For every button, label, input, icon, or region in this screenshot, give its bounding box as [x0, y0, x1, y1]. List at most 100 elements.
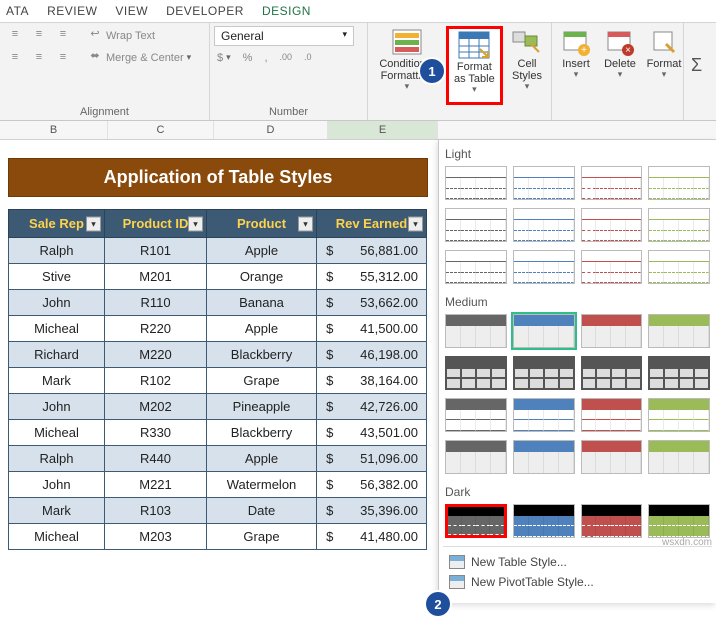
- cell-prod[interactable]: Grape: [207, 524, 317, 550]
- cell-rep[interactable]: Micheal: [9, 420, 105, 446]
- table-style-swatch[interactable]: [648, 504, 710, 538]
- tab-view[interactable]: VIEW: [115, 4, 148, 18]
- cell-prod[interactable]: Grape: [207, 368, 317, 394]
- cell-rev[interactable]: 56,881.00: [335, 238, 427, 264]
- cell-currency[interactable]: $: [317, 264, 335, 290]
- table-style-swatch[interactable]: [513, 250, 575, 284]
- header-product-id[interactable]: Product ID▾: [105, 210, 207, 238]
- comma-button[interactable]: ,: [261, 50, 270, 66]
- cell-pid[interactable]: R440: [105, 446, 207, 472]
- table-style-swatch[interactable]: [513, 356, 575, 390]
- tab-design[interactable]: DESIGN: [262, 4, 311, 18]
- tab-data[interactable]: ATA: [6, 4, 29, 18]
- cell-currency[interactable]: $: [317, 368, 335, 394]
- table-style-swatch[interactable]: [445, 504, 507, 538]
- table-style-swatch[interactable]: [581, 440, 643, 474]
- table-style-swatch[interactable]: [445, 208, 507, 242]
- percent-button[interactable]: %: [240, 50, 256, 66]
- table-style-swatch[interactable]: [513, 208, 575, 242]
- table-style-swatch[interactable]: [581, 398, 643, 432]
- cell-rep[interactable]: John: [9, 290, 105, 316]
- table-style-swatch[interactable]: [445, 440, 507, 474]
- col-d[interactable]: D: [214, 121, 328, 139]
- cell-pid[interactable]: R220: [105, 316, 207, 342]
- table-row[interactable]: MichealR330Blackberry$43,501.00: [9, 420, 427, 446]
- decrease-decimal-button[interactable]: .0: [301, 50, 315, 66]
- table-row[interactable]: MichealR220Apple$41,500.00: [9, 316, 427, 342]
- merge-center-button[interactable]: ⬌Merge & Center: [84, 48, 194, 68]
- cell-prod[interactable]: Apple: [207, 446, 317, 472]
- table-style-swatch[interactable]: [648, 398, 710, 432]
- table-style-swatch[interactable]: [445, 398, 507, 432]
- align-center-icon[interactable]: ≡: [28, 49, 50, 69]
- filter-icon[interactable]: ▾: [86, 216, 101, 231]
- align-top-icon[interactable]: ≡: [4, 26, 26, 46]
- align-bottom-icon[interactable]: ≡: [52, 26, 74, 46]
- cell-currency[interactable]: $: [317, 290, 335, 316]
- cell-pid[interactable]: M201: [105, 264, 207, 290]
- cell-rev[interactable]: 38,164.00: [335, 368, 427, 394]
- table-style-swatch[interactable]: [445, 314, 507, 348]
- table-row[interactable]: RalphR101Apple$56,881.00: [9, 238, 427, 264]
- new-table-style-button[interactable]: New Table Style...: [447, 552, 708, 572]
- cell-prod[interactable]: Date: [207, 498, 317, 524]
- filter-icon[interactable]: ▾: [298, 216, 313, 231]
- table-row[interactable]: MarkR102Grape$38,164.00: [9, 368, 427, 394]
- header-product[interactable]: Product▾: [207, 210, 317, 238]
- table-style-swatch[interactable]: [513, 314, 575, 348]
- cell-pid[interactable]: R101: [105, 238, 207, 264]
- wrap-text-button[interactable]: ↩Wrap Text: [84, 26, 194, 46]
- cell-currency[interactable]: $: [317, 342, 335, 368]
- table-style-swatch[interactable]: [513, 440, 575, 474]
- table-style-swatch[interactable]: [581, 504, 643, 538]
- header-rev-earned[interactable]: Rev Earned▾: [317, 210, 427, 238]
- cell-prod[interactable]: Apple: [207, 316, 317, 342]
- col-b[interactable]: B: [0, 121, 108, 139]
- currency-button[interactable]: $: [214, 50, 234, 66]
- cell-prod[interactable]: Pineapple: [207, 394, 317, 420]
- cell-rep[interactable]: Ralph: [9, 238, 105, 264]
- cell-rev[interactable]: 41,500.00: [335, 316, 427, 342]
- table-row[interactable]: StiveM201Orange$55,312.00: [9, 264, 427, 290]
- number-format-dropdown[interactable]: General▾: [214, 26, 354, 46]
- table-row[interactable]: RalphR440Apple$51,096.00: [9, 446, 427, 472]
- format-as-table-button[interactable]: Format as Table: [446, 26, 503, 105]
- cell-currency[interactable]: $: [317, 446, 335, 472]
- cell-prod[interactable]: Blackberry: [207, 342, 317, 368]
- table-style-swatch[interactable]: [648, 208, 710, 242]
- cell-rep[interactable]: John: [9, 394, 105, 420]
- table-style-swatch[interactable]: [648, 440, 710, 474]
- worksheet[interactable]: Application of Table Styles Sale Rep▾ Pr…: [0, 140, 428, 550]
- cell-rev[interactable]: 41,480.00: [335, 524, 427, 550]
- table-style-swatch[interactable]: [581, 208, 643, 242]
- cell-currency[interactable]: $: [317, 420, 335, 446]
- cell-pid[interactable]: R103: [105, 498, 207, 524]
- table-style-swatch[interactable]: [513, 504, 575, 538]
- cell-rev[interactable]: 46,198.00: [335, 342, 427, 368]
- table-style-swatch[interactable]: [581, 356, 643, 390]
- tab-review[interactable]: REVIEW: [47, 4, 97, 18]
- filter-icon[interactable]: ▾: [188, 216, 203, 231]
- header-sale-rep[interactable]: Sale Rep▾: [9, 210, 105, 238]
- cell-prod[interactable]: Watermelon: [207, 472, 317, 498]
- new-pivot-style-button[interactable]: New PivotTable Style...: [447, 572, 708, 592]
- table-style-swatch[interactable]: [648, 250, 710, 284]
- cell-rev[interactable]: 55,312.00: [335, 264, 427, 290]
- cell-styles-button[interactable]: Cell Styles: [507, 26, 547, 105]
- align-right-icon[interactable]: ≡: [52, 49, 74, 69]
- table-style-swatch[interactable]: [648, 314, 710, 348]
- cell-currency[interactable]: $: [317, 394, 335, 420]
- table-style-swatch[interactable]: [445, 356, 507, 390]
- cell-rev[interactable]: 51,096.00: [335, 446, 427, 472]
- table-row[interactable]: MichealM203Grape$41,480.00: [9, 524, 427, 550]
- cell-rep[interactable]: Richard: [9, 342, 105, 368]
- cell-currency[interactable]: $: [317, 316, 335, 342]
- table-row[interactable]: JohnM221Watermelon$56,382.00: [9, 472, 427, 498]
- table-style-swatch[interactable]: [581, 314, 643, 348]
- cell-prod[interactable]: Banana: [207, 290, 317, 316]
- align-middle-icon[interactable]: ≡: [28, 26, 50, 46]
- format-button[interactable]: Format: [644, 26, 684, 105]
- col-c[interactable]: C: [108, 121, 214, 139]
- cell-prod[interactable]: Blackberry: [207, 420, 317, 446]
- autosum-button[interactable]: Σ: [688, 26, 705, 105]
